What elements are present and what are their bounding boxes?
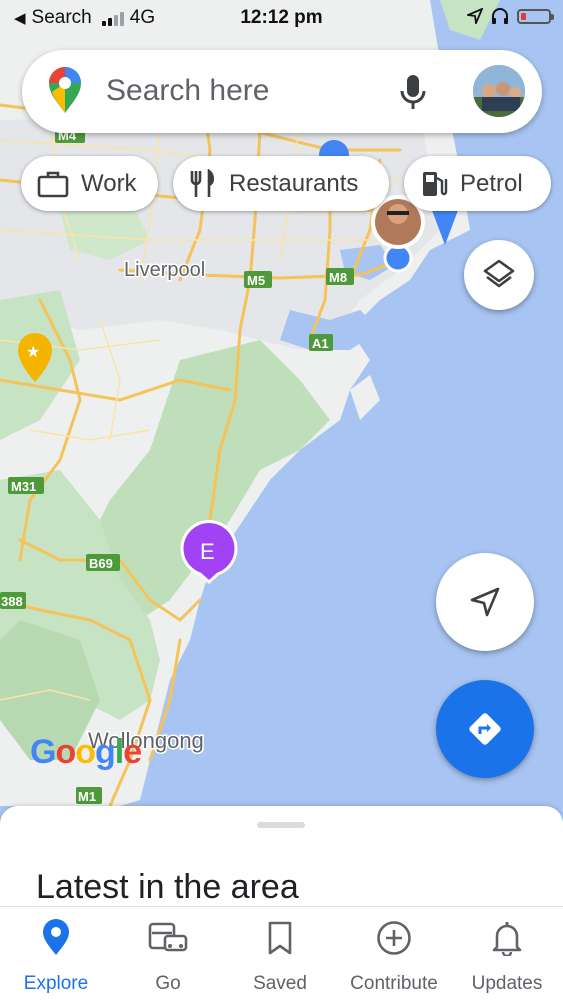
layers-icon [483,259,515,288]
sheet-drag-handle[interactable] [257,822,305,828]
layers-button[interactable] [464,240,534,310]
road-label-m5: M5 [247,273,265,288]
chip-label: Restaurants [229,169,359,197]
nav-label: Go [155,973,181,994]
plus-circle-icon [377,921,411,955]
road-label-m1: M1 [78,789,96,804]
nav-go[interactable]: Go [112,917,224,995]
place-label-liverpool: Liverpool [124,259,205,281]
road-label-a1: A1 [312,336,329,351]
headphones-icon [492,8,508,24]
chip-work[interactable]: Work [21,156,158,211]
my-location-button[interactable] [436,553,534,651]
nav-label: Updates [471,973,543,994]
navigation-arrow-icon [470,587,500,617]
fuel-pump-icon [423,171,448,196]
battery-icon [517,8,554,24]
chip-label: Work [81,169,137,197]
marker-letter: E [200,539,215,564]
search-bar[interactable]: Search here [22,50,542,133]
svg-text:★: ★ [26,344,40,361]
nav-explore[interactable]: Explore [0,917,112,995]
chip-restaurants[interactable]: Restaurants [173,156,389,211]
bookmark-icon [268,921,292,955]
microphone-icon[interactable] [398,72,428,112]
nav-label: Explore [23,973,89,994]
google-attribution-logo: Google [30,733,142,771]
location-pin-icon [43,919,69,955]
bottom-sheet[interactable]: Latest in the area [0,806,563,906]
account-avatar[interactable] [473,65,525,117]
google-maps-logo-icon [49,67,81,113]
nav-saved[interactable]: Saved [224,917,336,995]
fork-knife-icon [190,168,215,197]
nav-label: Saved [253,973,307,994]
road-label-388: 388 [1,594,23,609]
bottom-navigation: Explore Go Saved Contribute Updates [0,906,563,1001]
chip-label: Petrol [460,169,523,197]
road-label-m8: M8 [329,270,347,285]
nav-label: Contribute [350,973,438,994]
car-bus-icon [148,922,188,952]
chip-petrol[interactable]: Petrol [404,156,551,211]
directions-button[interactable] [436,680,534,778]
road-label-b69: B69 [89,556,113,571]
status-bar: ◀ Search 4G 12:12 pm [0,0,563,38]
location-arrow-icon [467,8,483,24]
nav-contribute[interactable]: Contribute [338,917,450,995]
directions-icon [469,713,501,745]
bell-icon [492,922,522,956]
search-input[interactable]: Search here [106,74,269,108]
road-label-m31: M31 [11,479,36,494]
briefcase-icon [37,171,69,197]
sheet-title: Latest in the area [36,868,299,906]
nav-updates[interactable]: Updates [451,917,563,995]
